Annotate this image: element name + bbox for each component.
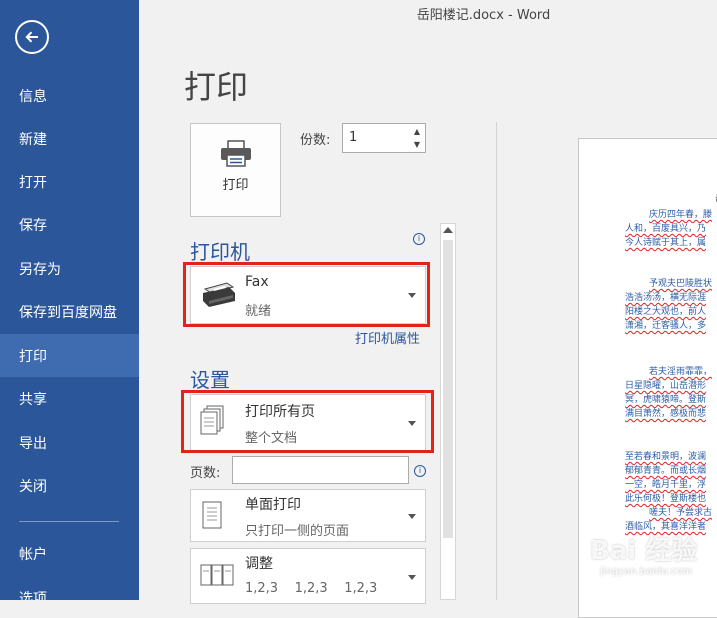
copies-increment[interactable]: ▲ xyxy=(411,125,423,138)
preview-line: 浩浩汤汤，横无际涯 xyxy=(625,293,707,303)
page-title: 打印 xyxy=(184,68,249,106)
info-icon[interactable]: i xyxy=(413,233,425,245)
preview-line: 冥，虎啸猿啼。登斯 xyxy=(625,395,707,405)
nav-item-open[interactable]: 打开 xyxy=(0,160,139,203)
nav-divider xyxy=(19,521,119,522)
info-icon[interactable]: i xyxy=(414,465,426,477)
preview-line: 郁郁青青。而或长烟 xyxy=(625,466,707,476)
preview-line: 今人诗赋于其上，属 xyxy=(625,238,707,248)
nav-item-share[interactable]: 共享 xyxy=(0,377,139,420)
preview-line: 至若春和景明，波澜 xyxy=(625,452,707,462)
copies-value: 1 xyxy=(349,130,358,145)
back-arrow-icon xyxy=(25,31,38,43)
copies-input[interactable]: 1 ▲ ▼ xyxy=(342,123,426,153)
settings-heading: 设置 xyxy=(190,368,230,392)
pages-icon xyxy=(200,405,224,435)
scroll-thumb[interactable] xyxy=(443,240,453,538)
pages-input[interactable] xyxy=(232,456,409,484)
scroll-up-arrow[interactable] xyxy=(443,227,453,233)
printer-properties-link[interactable]: 打印机属性 xyxy=(355,328,420,347)
preview-line: 满目萧然，感极而悲 xyxy=(625,409,707,419)
preview-line: 庆历四年春，滕 xyxy=(649,210,713,220)
print-range-title: 打印所有页 xyxy=(245,404,315,420)
nav-item-options[interactable]: 选项 xyxy=(0,576,139,601)
collate-icon xyxy=(200,564,234,586)
chevron-down-icon xyxy=(408,514,416,519)
nav-item-save-as[interactable]: 另存为 xyxy=(0,247,139,290)
window-title: 岳阳楼记.docx - Word xyxy=(416,8,551,23)
chevron-down-icon xyxy=(408,293,416,298)
printer-name: Fax xyxy=(245,274,269,290)
printer-status: 就绪 xyxy=(245,304,272,319)
back-button[interactable] xyxy=(15,20,49,54)
nav-item-save-to-baidu[interactable]: 保存到百度网盘 xyxy=(0,290,139,333)
preview-line: 阳楼之大观也，前人 xyxy=(625,307,707,317)
nav-item-info[interactable]: 信息 xyxy=(0,74,139,117)
preview-line: 人和，百废具兴，乃 xyxy=(625,224,707,234)
sides-dropdown[interactable]: 单面打印 只打印一侧的页面 xyxy=(190,489,426,542)
sides-subtitle: 只打印一侧的页面 xyxy=(245,524,350,539)
collate-subtitle: 1,2,3 1,2,3 1,2,3 xyxy=(245,581,378,596)
nav-item-print[interactable]: 打印 xyxy=(0,334,139,377)
nav-item-save[interactable]: 保存 xyxy=(0,203,139,246)
nav-item-new[interactable]: 新建 xyxy=(0,117,139,160)
collate-title: 调整 xyxy=(245,556,273,572)
preview-line: 一空，皓月千里，浮 xyxy=(625,480,707,490)
print-range-subtitle: 整个文档 xyxy=(245,431,298,446)
preview-line: 予观夫巴陵胜状 xyxy=(649,279,713,289)
watermark-logo: Bai 经验 xyxy=(590,536,698,566)
preview-line: 此乐何极！登斯楼也 xyxy=(625,494,707,504)
print-range-dropdown[interactable]: 打印所有页 整个文档 xyxy=(190,394,426,452)
settings-scrollbar[interactable] xyxy=(440,223,456,600)
printer-dropdown[interactable]: Fax 就绪 xyxy=(190,266,426,324)
preview-line: 嗟夫！予尝求古 xyxy=(649,508,713,518)
preview-line: 潇湘，迁客骚人，多 xyxy=(625,321,707,331)
chevron-down-icon xyxy=(408,575,416,580)
chevron-down-icon xyxy=(408,421,416,426)
preview-line: 日星隐曜，山岳潜形 xyxy=(625,381,707,391)
fax-printer-icon xyxy=(203,282,235,307)
preview-line: 若夫淫雨霏霏， xyxy=(649,367,713,377)
collate-dropdown[interactable]: 调整 1,2,3 1,2,3 1,2,3 xyxy=(190,548,426,604)
nav-item-close[interactable]: 关闭 xyxy=(0,464,139,507)
print-button[interactable]: 打印 xyxy=(190,123,281,217)
copies-label: 份数: xyxy=(300,133,331,148)
printer-icon xyxy=(221,140,251,167)
pages-label: 页数: xyxy=(190,466,221,481)
sides-title: 单面打印 xyxy=(245,497,301,513)
panel-divider xyxy=(496,122,497,600)
print-button-label: 打印 xyxy=(222,178,249,193)
nav-item-account[interactable]: 帐户 xyxy=(0,532,139,575)
backstage-nav: 信息 新建 打开 保存 另存为 保存到百度网盘 打印 共享 导出 关闭 帐户 选… xyxy=(0,0,139,600)
copies-decrement[interactable]: ▼ xyxy=(411,138,423,151)
watermark-url: jingyan.baidu.com xyxy=(600,566,693,577)
nav-item-export[interactable]: 导出 xyxy=(0,421,139,464)
printer-heading: 打印机 xyxy=(190,240,250,264)
single-side-icon xyxy=(202,501,222,529)
